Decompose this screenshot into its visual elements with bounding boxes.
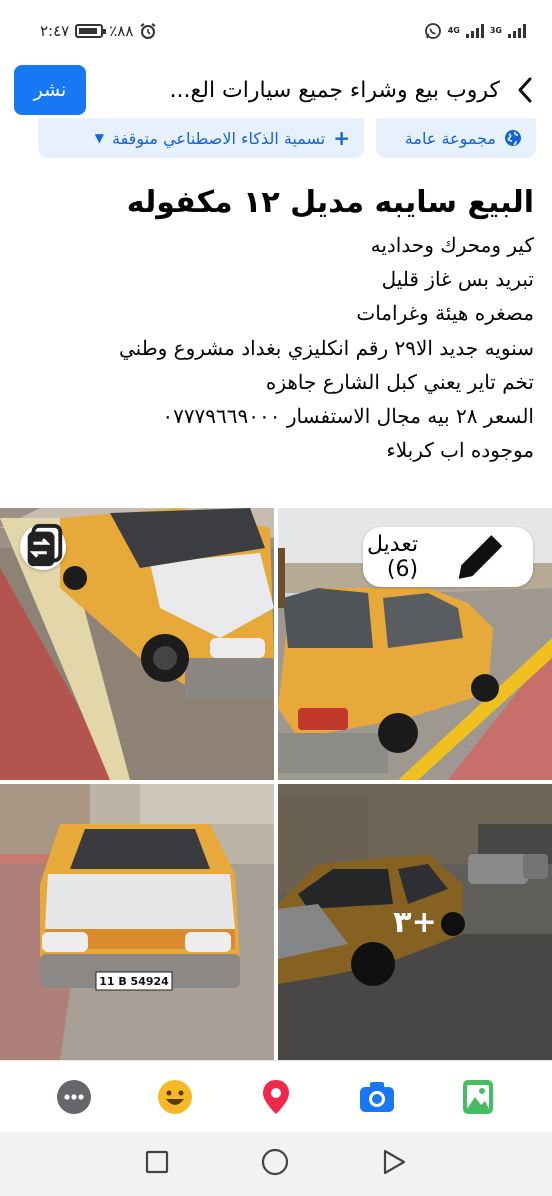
- car-photo-4[interactable]: +٣: [278, 784, 552, 1060]
- more-options-button[interactable]: [52, 1075, 96, 1119]
- circle-icon: [261, 1148, 289, 1176]
- post-body: البيع سايبه مديل ١٢ مكفوله كير ومحرك وحد…: [14, 178, 534, 467]
- photo-icon: [462, 1079, 493, 1114]
- app-header: نشر كروب بيع وشراء جميع سيارات الع...: [0, 62, 552, 118]
- photo-grid: تعديل (6) 11 B 54924 +٣: [0, 508, 552, 1060]
- more-photos-count: +٣: [393, 904, 437, 940]
- post-button[interactable]: نشر: [14, 65, 86, 115]
- camera-button[interactable]: [355, 1075, 399, 1119]
- privacy-chip[interactable]: مجموعة عامة: [376, 118, 536, 158]
- car-photo-2[interactable]: تعديل (6): [278, 508, 552, 780]
- home-button[interactable]: [261, 1148, 289, 1180]
- battery-icon: [75, 24, 107, 38]
- more-photos-overlay[interactable]: +٣: [278, 784, 552, 1060]
- triangle-back-icon: [383, 1149, 406, 1175]
- car-photo-3-image: 11 B 54924: [0, 784, 274, 1060]
- post-line: تخم تاير يعني كبل الشارع جاهزه: [265, 369, 534, 394]
- post-line: موجوده اب كربلاء: [386, 438, 534, 463]
- globe-icon: [505, 130, 521, 146]
- signal-icon-2: [508, 24, 526, 38]
- car-photo-3[interactable]: 11 B 54924: [0, 784, 274, 1060]
- system-nav-bar: [0, 1132, 552, 1196]
- emoji-icon: [158, 1079, 193, 1114]
- post-title: البيع سايبه مديل ١٢ مكفوله: [126, 185, 534, 220]
- composer-toolbar: [0, 1060, 552, 1132]
- post-line: تبريد بس غاز قليل: [381, 267, 534, 292]
- status-time: ٢:٤٧: [40, 22, 70, 40]
- back-button[interactable]: [512, 70, 538, 110]
- post-line: كير ومحرك وحداديه: [370, 233, 534, 257]
- whatsapp-icon: [424, 23, 441, 39]
- reorder-button[interactable]: [20, 524, 66, 570]
- feeling-button[interactable]: [153, 1075, 197, 1119]
- network-2-label: 3G: [489, 26, 502, 35]
- chevron-left-icon: [518, 77, 532, 103]
- group-chips: مجموعة عامة + تسمية الذكاء الاصطناعي متو…: [0, 118, 552, 160]
- status-right: 4G 3G: [424, 22, 526, 40]
- more-icon: [57, 1079, 92, 1114]
- privacy-label: مجموعة عامة: [404, 128, 496, 148]
- license-plate: 11 B 54924: [99, 975, 169, 988]
- group-title[interactable]: كروب بيع وشراء جميع سيارات الع...: [86, 78, 512, 103]
- ai-label-chip[interactable]: + تسمية الذكاء الاصطناعي متوقفة ▼: [38, 118, 364, 158]
- swap-icon: [27, 524, 63, 567]
- plus-icon: +: [333, 126, 350, 150]
- photo-video-button[interactable]: [456, 1075, 500, 1119]
- car-photo-1[interactable]: [0, 508, 274, 780]
- ai-label-text: تسمية الذكاء الاصطناعي متوقفة: [112, 128, 326, 148]
- network-1-label: 4G: [447, 26, 460, 35]
- post-line: سنويه جديد الا٢٩ رقم انكليزي بغداد مشروع…: [119, 335, 534, 360]
- camera-icon: [359, 1081, 394, 1112]
- square-icon: [145, 1150, 169, 1174]
- alarm-icon: [140, 23, 156, 39]
- back-nav-button[interactable]: [381, 1149, 407, 1179]
- status-bar: ٢:٤٧ ٪٨٨ 4G 3G: [0, 0, 552, 62]
- location-icon: [262, 1079, 289, 1114]
- post-line: مصغره هيئة وغرامات: [356, 301, 534, 326]
- pencil-icon: [458, 535, 503, 579]
- check-in-button[interactable]: [254, 1075, 298, 1119]
- status-left: ٢:٤٧ ٪٨٨: [40, 22, 157, 40]
- edit-photos-label: تعديل (6): [367, 532, 419, 582]
- edit-photos-button[interactable]: تعديل (6): [363, 527, 533, 587]
- recents-button[interactable]: [145, 1150, 169, 1178]
- caret-down-icon: ▼: [94, 131, 104, 145]
- battery-percent: ٪٨٨: [109, 22, 134, 40]
- signal-icon: [465, 24, 484, 38]
- post-line: السعر ٢٨ بيه مجال الاستفسار ٠٧٧٧٩٦٦٩٠٠٠: [162, 404, 534, 429]
